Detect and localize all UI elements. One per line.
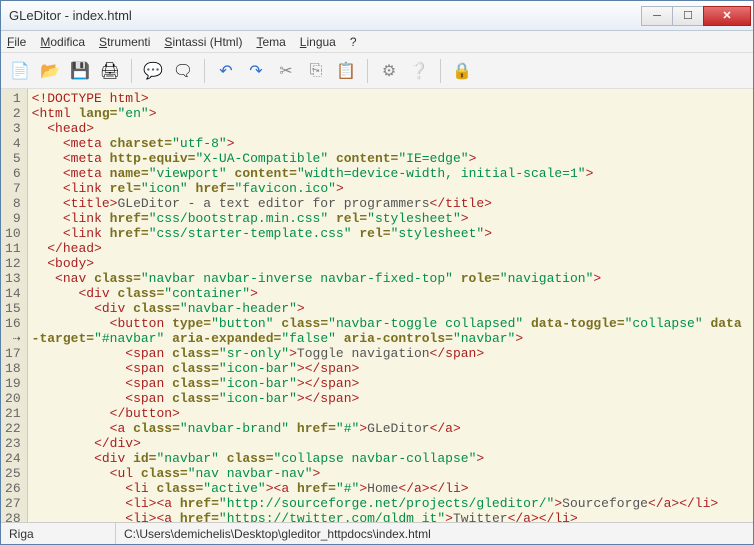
menu-sintassi-html-[interactable]: Sintassi (Html): [164, 35, 242, 49]
print-icon[interactable]: 🖨: [97, 58, 123, 84]
status-filepath: C:\Users\demichelis\Desktop\gleditor_htt…: [116, 523, 753, 544]
window-buttons: ─ ☐ ✕: [642, 6, 751, 26]
menu-tema[interactable]: Tema: [256, 35, 285, 49]
code-editor[interactable]: 1 2 3 4 5 6 7 8 9 10 11 12 13 14 15 16 ⇢…: [1, 89, 753, 522]
paste-icon[interactable]: 📋: [333, 58, 359, 84]
new-file-icon[interactable]: 📄: [7, 58, 33, 84]
save-icon[interactable]: 💾: [67, 58, 93, 84]
redo-icon[interactable]: ↷: [243, 58, 269, 84]
maximize-button[interactable]: ☐: [672, 6, 704, 26]
lock-icon[interactable]: 🔒: [449, 58, 475, 84]
menubar: File Modifica Strumenti Sintassi (Html) Tema…: [1, 31, 753, 53]
titlebar: GLeDitor - index.html ─ ☐ ✕: [1, 1, 753, 31]
status-line-label: Riga: [1, 523, 116, 544]
menu-file[interactable]: File: [7, 35, 26, 49]
close-button[interactable]: ✕: [703, 6, 751, 26]
undo-icon[interactable]: ↶: [213, 58, 239, 84]
cut-icon[interactable]: ✂: [273, 58, 299, 84]
window-title: GLeDitor - index.html: [9, 8, 642, 23]
statusbar: Riga C:\Users\demichelis\Desktop\gledito…: [1, 522, 753, 544]
comment-remove-icon[interactable]: 🗨: [170, 58, 196, 84]
toolbar-separator: [440, 59, 441, 83]
comment-add-icon[interactable]: 💬: [140, 58, 166, 84]
toolbar-separator: [131, 59, 132, 83]
minimize-button[interactable]: ─: [641, 6, 673, 26]
open-folder-icon[interactable]: 📂: [37, 58, 63, 84]
code-area[interactable]: <!DOCTYPE html> <html lang="en"> <head> …: [28, 89, 753, 522]
toolbar-separator: [204, 59, 205, 83]
menu-strumenti[interactable]: Strumenti: [99, 35, 150, 49]
toolbar: 📄📂💾🖨 💬🗨 ↶↷✂⎘📋 ⚙❔ 🔒: [1, 53, 753, 89]
settings-icon[interactable]: ⚙: [376, 58, 402, 84]
toolbar-separator: [367, 59, 368, 83]
copy-icon[interactable]: ⎘: [303, 58, 329, 84]
menu-lingua[interactable]: Lingua: [300, 35, 336, 49]
help-icon[interactable]: ❔: [406, 58, 432, 84]
menu-modifica[interactable]: Modifica: [40, 35, 85, 49]
menu--[interactable]: ?: [350, 35, 357, 49]
line-gutter: 1 2 3 4 5 6 7 8 9 10 11 12 13 14 15 16 ⇢…: [1, 89, 28, 522]
